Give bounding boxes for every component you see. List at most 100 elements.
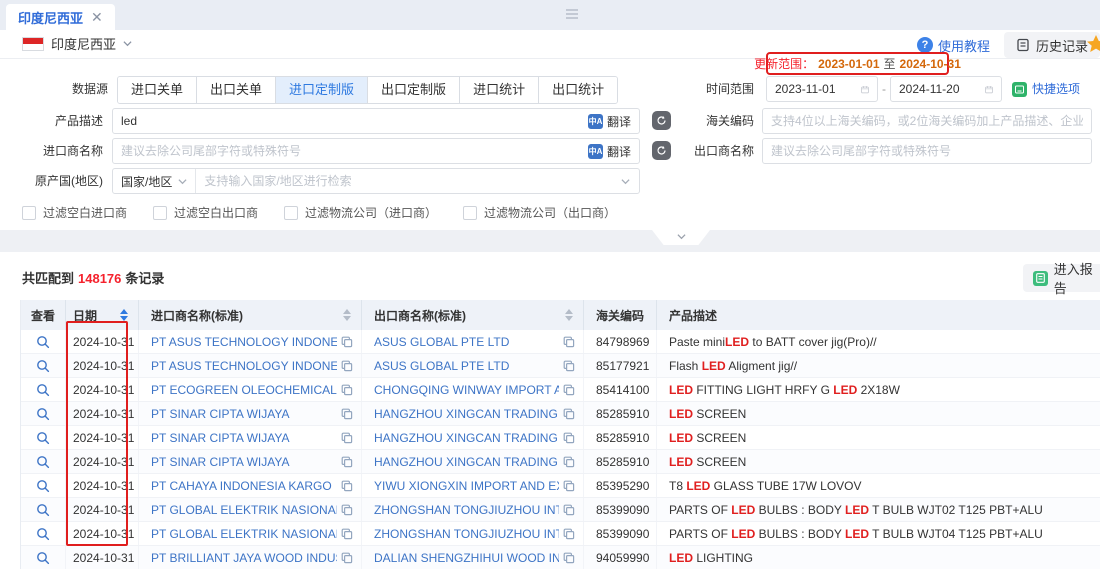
importer-link[interactable]: PT CAHAYA INDONESIA KARGO: [151, 479, 337, 493]
magnifier-icon[interactable]: [36, 479, 50, 493]
search-history-icon[interactable]: [652, 111, 671, 130]
checkbox-icon[interactable]: [22, 206, 36, 220]
copy-icon[interactable]: [341, 384, 353, 396]
view-cell: [21, 378, 66, 401]
importer-link[interactable]: PT ASUS TECHNOLOGY INDONESIA BA...: [151, 359, 337, 373]
keyboard-icon: [1012, 82, 1027, 97]
magnifier-icon[interactable]: [36, 551, 50, 565]
exporter-link[interactable]: DALIAN SHENGZHIHUI WOOD INDUST...: [374, 551, 559, 565]
sort-control-importer[interactable]: [343, 309, 351, 321]
importer-link[interactable]: PT ECOGREEN OLEOCHEMICALS: [151, 383, 337, 397]
importer-link[interactable]: PT SINAR CIPTA WIJAYA: [151, 431, 337, 445]
exporter-link[interactable]: ASUS GLOBAL PTE LTD: [374, 335, 559, 349]
filter-checkboxes: 过滤空白进口商 过滤空白出口商 过滤物流公司（进口商） 过滤物流公司（出口商）: [22, 204, 616, 221]
copy-icon[interactable]: [341, 552, 353, 564]
checkbox-label: 过滤空白出口商: [174, 204, 258, 221]
exporter-link[interactable]: HANGZHOU XINGCAN TRADING CO LTD: [374, 407, 559, 421]
exporter-input[interactable]: [763, 139, 1091, 163]
translate-icon: 中A: [588, 144, 603, 159]
data-source-tab-3[interactable]: 出口定制版: [368, 77, 460, 103]
magnifier-icon[interactable]: [36, 455, 50, 469]
data-source-tab-4[interactable]: 进口统计: [460, 77, 539, 103]
start-date-value[interactable]: [775, 82, 855, 96]
calendar-icon[interactable]: [861, 83, 869, 96]
calendar-icon[interactable]: [985, 83, 993, 96]
exporter-link[interactable]: HANGZHOU XINGCAN TRADING CO LTD: [374, 431, 559, 445]
translate-button[interactable]: 中A 翻译: [580, 109, 639, 133]
exporter-link[interactable]: ZHONGSHAN TONGJIUZHOU INTERNA...: [374, 527, 559, 541]
importer-link[interactable]: PT SINAR CIPTA WIJAYA: [151, 455, 337, 469]
data-source-tab-5[interactable]: 出口统计: [539, 77, 617, 103]
hscode-cell: 85285910: [584, 402, 657, 425]
exporter-cell: YIWU XIONGXIN IMPORT AND EXPORT...: [362, 474, 584, 497]
importer-cell: PT SINAR CIPTA WIJAYA: [139, 426, 362, 449]
importer-link[interactable]: PT GLOBAL ELEKTRIK NASIONAL: [151, 503, 337, 517]
exporter-link[interactable]: ZHONGSHAN TONGJIUZHOU INTERNA...: [374, 503, 559, 517]
copy-icon[interactable]: [563, 480, 575, 492]
filter-checkbox-3[interactable]: 过滤物流公司（出口商）: [463, 204, 616, 221]
sort-control-date[interactable]: [120, 309, 128, 321]
copy-icon[interactable]: [341, 408, 353, 420]
tab-indonesia[interactable]: 印度尼西亚 ✕: [6, 4, 115, 30]
magnifier-icon[interactable]: [36, 335, 50, 349]
translate-button[interactable]: 中A 翻译: [580, 139, 639, 163]
importer-link[interactable]: PT ASUS TECHNOLOGY INDONESIA BA...: [151, 335, 337, 349]
copy-icon[interactable]: [563, 336, 575, 348]
copy-icon[interactable]: [341, 528, 353, 540]
copy-icon[interactable]: [563, 456, 575, 468]
importer-link[interactable]: PT BRILLIANT JAYA WOOD INDUSTRY: [151, 551, 337, 565]
star-icon[interactable]: [1086, 34, 1100, 54]
checkbox-icon[interactable]: [153, 206, 167, 220]
sort-control-exporter[interactable]: [565, 309, 573, 321]
filter-checkbox-2[interactable]: 过滤物流公司（进口商）: [284, 204, 437, 221]
chevron-down-icon: [178, 177, 187, 186]
importer-link[interactable]: PT GLOBAL ELEKTRIK NASIONAL: [151, 527, 337, 541]
filter-checkbox-1[interactable]: 过滤空白出口商: [153, 204, 258, 221]
magnifier-icon[interactable]: [36, 527, 50, 541]
importer-input[interactable]: [113, 139, 580, 163]
copy-icon[interactable]: [563, 552, 575, 564]
exporter-link[interactable]: YIWU XIONGXIN IMPORT AND EXPORT...: [374, 479, 559, 493]
importer-link[interactable]: PT SINAR CIPTA WIJAYA: [151, 407, 337, 421]
copy-icon[interactable]: [563, 360, 575, 372]
magnifier-icon[interactable]: [36, 383, 50, 397]
checkbox-icon[interactable]: [463, 206, 477, 220]
copy-icon[interactable]: [341, 360, 353, 372]
product-desc-input[interactable]: [113, 109, 580, 133]
copy-icon[interactable]: [563, 432, 575, 444]
copy-icon[interactable]: [563, 408, 575, 420]
exporter-link[interactable]: CHONGQING WINWAY IMPORT AND E...: [374, 383, 559, 397]
data-source-tab-2[interactable]: 进口定制版: [276, 77, 368, 103]
search-history-icon[interactable]: [652, 141, 671, 160]
magnifier-icon[interactable]: [36, 503, 50, 517]
end-date-value[interactable]: [899, 82, 979, 96]
copy-icon[interactable]: [341, 480, 353, 492]
copy-icon[interactable]: [563, 384, 575, 396]
close-icon[interactable]: ✕: [91, 10, 103, 24]
origin-dropdown[interactable]: 国家/地区: [113, 169, 196, 193]
copy-icon[interactable]: [341, 336, 353, 348]
data-source-tab-1[interactable]: 出口关单: [197, 77, 276, 103]
copy-icon[interactable]: [341, 504, 353, 516]
exporter-link[interactable]: HANGZHOU XINGCAN TRADING CO LTD: [374, 455, 559, 469]
start-date-input[interactable]: [766, 76, 878, 102]
magnifier-icon[interactable]: [36, 431, 50, 445]
hs-code-input[interactable]: [763, 109, 1091, 133]
enter-report-button[interactable]: 进入报告: [1023, 264, 1100, 292]
copy-icon[interactable]: [341, 456, 353, 468]
copy-icon[interactable]: [563, 504, 575, 516]
filter-checkbox-0[interactable]: 过滤空白进口商: [22, 204, 127, 221]
checkbox-icon[interactable]: [284, 206, 298, 220]
magnifier-icon[interactable]: [36, 407, 50, 421]
data-source-tab-0[interactable]: 进口关单: [118, 77, 197, 103]
end-date-input[interactable]: [890, 76, 1002, 102]
exporter-link[interactable]: ASUS GLOBAL PTE LTD: [374, 359, 559, 373]
mini-menu-icon[interactable]: [566, 9, 578, 19]
copy-icon[interactable]: [563, 528, 575, 540]
copy-icon[interactable]: [341, 432, 353, 444]
view-cell: [21, 402, 66, 425]
magnifier-icon[interactable]: [36, 359, 50, 373]
quick-options-button[interactable]: 快捷选项: [1012, 76, 1080, 102]
origin-input[interactable]: [196, 169, 621, 193]
country-selector[interactable]: 印度尼西亚: [22, 34, 132, 53]
